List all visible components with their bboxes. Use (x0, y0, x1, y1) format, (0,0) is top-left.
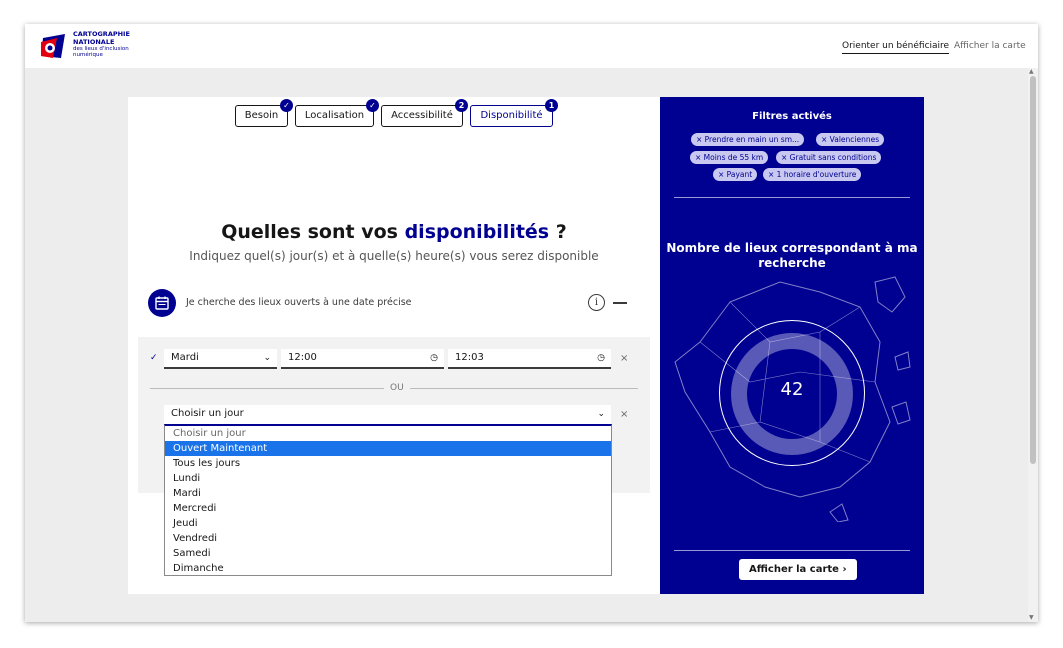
nav-orienter-link[interactable]: Orienter un bénéficiaire (842, 41, 950, 54)
step-count-badge: 2 (455, 99, 468, 112)
page-title: Quelles sont vos disponibilités ? (128, 221, 660, 243)
logo-line4: numérique (73, 52, 103, 58)
step-label: Localisation (304, 110, 365, 121)
collapse-minus-icon[interactable] (613, 302, 627, 304)
logo-line2: NATIONALE (73, 37, 115, 46)
page-subtitle: Indiquez quel(s) jour(s) et à quelle(s) … (189, 249, 599, 263)
date-precise-section[interactable]: Je cherche des lieux ouverts à une date … (148, 289, 640, 317)
title-highlight: disponibilités (404, 221, 550, 243)
day-select[interactable]: Mardi ⌄ (164, 349, 277, 369)
chevron-down-icon: ⌄ (597, 409, 605, 419)
filter-tag[interactable]: × 1 horaire d'ouverture (763, 168, 862, 181)
title-suffix: ? (549, 221, 567, 243)
step-check-icon: ✓ (366, 99, 379, 112)
chevron-down-icon: ⌄ (263, 353, 271, 363)
filter-tag[interactable]: × Prendre en main un sm... (691, 133, 805, 146)
divider (674, 550, 910, 551)
start-time-value: 12:00 (288, 352, 317, 363)
row-check-icon: ✓ (150, 353, 158, 363)
end-time-input[interactable]: 12:03 ◷ (448, 349, 611, 369)
show-map-button[interactable]: Afficher la carte › (739, 559, 857, 580)
logo-text: CARTOGRAPHIE NATIONALE des lieux d'inclu… (73, 30, 130, 58)
step-accessibilite[interactable]: Accessibilité 2 (381, 99, 468, 127)
filter-tag[interactable]: × Payant (713, 168, 758, 181)
step-count-badge: 1 (545, 99, 558, 112)
results-panel: Filtres activés × Prendre en main un sm.… (660, 97, 924, 594)
calendar-icon (148, 289, 176, 317)
step-disponibilite[interactable]: Disponibilité 1 (470, 99, 558, 127)
remove-row-close-icon[interactable]: × (620, 353, 628, 364)
scroll-down-arrow-icon[interactable]: ▼ (1029, 614, 1034, 621)
remove-select-close-icon[interactable]: × (620, 409, 628, 420)
divider (674, 197, 910, 198)
filter-tag[interactable]: × Valenciennes (816, 133, 885, 146)
info-icon[interactable]: i (588, 294, 605, 311)
step-localisation[interactable]: Localisation ✓ (295, 99, 379, 127)
nav-afficher-carte-link[interactable]: Afficher la carte (954, 41, 1026, 51)
dropdown-option[interactable]: Tous les jours (165, 456, 611, 471)
step-label: Besoin (244, 110, 279, 121)
site-header: CARTOGRAPHIE NATIONALE des lieux d'inclu… (25, 24, 1038, 68)
dropdown-option[interactable]: Jeudi (165, 516, 611, 531)
day-dropdown-list[interactable]: Choisir un jour Ouvert Maintenant Tous l… (164, 424, 612, 576)
browser-window: CARTOGRAPHIE NATIONALE des lieux d'inclu… (25, 24, 1038, 622)
date-precise-label: Je cherche des lieux ouverts à une date … (186, 297, 412, 308)
scroll-up-arrow-icon[interactable]: ▲ (1029, 68, 1034, 75)
end-time-value: 12:03 (455, 352, 484, 363)
dropdown-option-selected[interactable]: Ouvert Maintenant (165, 441, 611, 456)
dropdown-option[interactable]: Samedi (165, 546, 611, 561)
dropdown-option[interactable]: Vendredi (165, 531, 611, 546)
site-logo[interactable]: CARTOGRAPHIE NATIONALE des lieux d'inclu… (39, 30, 139, 64)
step-besoin[interactable]: Besoin ✓ (235, 99, 293, 127)
step-label: Disponibilité (480, 110, 543, 121)
filters-title: Filtres activés (752, 111, 832, 122)
dropdown-option[interactable]: Dimanche (165, 561, 611, 576)
step-check-icon: ✓ (280, 99, 293, 112)
or-separator: OU (384, 383, 410, 393)
results-count: 42 (780, 379, 804, 400)
title-prefix: Quelles sont vos (221, 221, 405, 243)
dropdown-option[interactable]: Lundi (165, 471, 611, 486)
dropdown-option[interactable]: Mercredi (165, 501, 611, 516)
start-time-input[interactable]: 12:00 ◷ (281, 349, 444, 369)
choose-day-select[interactable]: Choisir un jour ⌄ (164, 405, 611, 425)
clock-icon[interactable]: ◷ (430, 349, 438, 367)
dropdown-option[interactable]: Mardi (165, 486, 611, 501)
clock-icon[interactable]: ◷ (597, 349, 605, 367)
choose-day-value: Choisir un jour (171, 408, 244, 419)
results-count-title: Nombre de lieux correspondant à ma reche… (666, 241, 918, 270)
filter-tag[interactable]: × Moins de 55 km (690, 151, 769, 164)
step-label: Accessibilité (391, 110, 453, 121)
page-scrollbar[interactable]: ▲ ▼ (1028, 68, 1038, 622)
day-select-value: Mardi (171, 352, 199, 363)
dropdown-option[interactable]: Choisir un jour (165, 426, 611, 441)
filter-tag[interactable]: × Gratuit sans conditions (776, 151, 882, 164)
scrollbar-thumb[interactable] (1030, 76, 1036, 464)
logo-icon (41, 34, 65, 58)
